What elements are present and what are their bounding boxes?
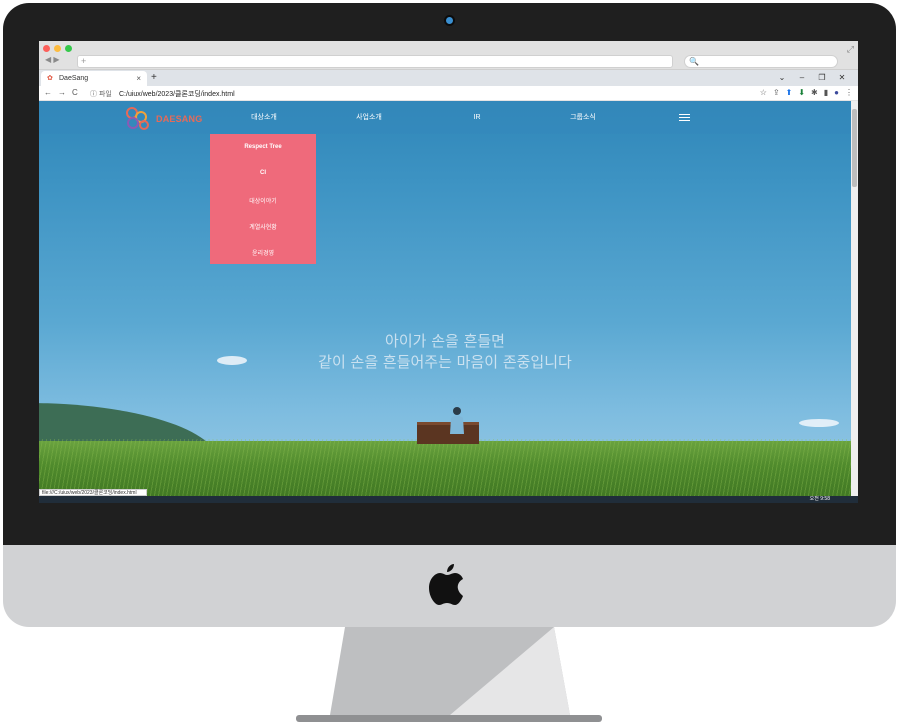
imac-stand [296, 627, 602, 722]
mac-new-tab-icon[interactable]: + [81, 56, 86, 66]
about-dropdown: Respect Tree CI 대상이야기 계열사현황 윤리경영 [210, 134, 316, 264]
tab-daesang[interactable]: ✿ DaeSang × [41, 71, 147, 86]
bookmark-star-icon[interactable]: ☆ [760, 88, 767, 97]
zoom-dot-icon[interactable] [65, 45, 72, 52]
taskbar-clock: 오전 9:58 [809, 496, 830, 502]
cloud [799, 419, 839, 427]
taskbar: 오전 9:58 [39, 496, 858, 503]
mac-url-field[interactable]: + [77, 55, 673, 68]
screen: ◀ ▶ + 🔍 ⤢ ✿ DaeSang × + ⌄ – ❐ ✕ ← → C ⓘ 파일 C:… [39, 41, 858, 503]
hero-line-2: 같이 손을 흔들어주는 마음이 존중입니다 [318, 353, 572, 371]
back-button[interactable]: ← [44, 88, 52, 97]
person-at-piano [450, 407, 464, 434]
download-icon[interactable]: ⬇ [798, 88, 805, 97]
toolbar-icons: ☆ ⇪ ⬆ ⬇ ✱ ▮ ● ⋮ [754, 88, 853, 97]
imac-frame: ◀ ▶ + 🔍 ⤢ ✿ DaeSang × + ⌄ – ❐ ✕ ← → C ⓘ 파일 C:… [0, 0, 899, 726]
profile-avatar-icon[interactable]: ● [834, 88, 839, 97]
tab-title: DaeSang [59, 75, 89, 82]
site-header: DAESANG 대상소개 사업소개 IR 그룹소식 [39, 101, 851, 134]
nav-item-business[interactable]: 사업소개 [349, 101, 389, 134]
dropdown-item-respect-tree[interactable]: Respect Tree [210, 144, 316, 150]
extension-upload-icon[interactable]: ⬆ [786, 88, 793, 97]
site-info-button[interactable]: ⓘ 파일 [90, 89, 112, 99]
daesang-logo[interactable]: DAESANG [123, 105, 203, 131]
mac-window-bar: ◀ ▶ + 🔍 ⤢ [39, 41, 858, 70]
dropdown-item-ci[interactable]: CI [210, 170, 316, 176]
close-button[interactable]: ✕ [832, 73, 852, 82]
extensions-puzzle-icon[interactable]: ✱ [811, 88, 818, 97]
apple-logo-icon [429, 564, 463, 605]
minimize-button[interactable]: – [792, 73, 812, 82]
restore-button[interactable]: ❐ [812, 73, 832, 82]
hero-line-1: 아이가 손을 흔들면 [385, 332, 505, 350]
share-icon[interactable]: ⇪ [773, 88, 780, 97]
new-tab-button[interactable]: + [151, 72, 157, 83]
dropdown-item-story[interactable]: 대상이야기 [210, 196, 316, 205]
nav-item-about[interactable]: 대상소개 [244, 101, 284, 134]
nav-item-ir[interactable]: IR [467, 101, 487, 134]
scroll-thumb[interactable] [852, 109, 857, 187]
reload-button[interactable]: C [72, 88, 78, 97]
page-viewport: DAESANG 대상소개 사업소개 IR 그룹소식 Respect Tree C… [39, 101, 851, 503]
minimize-dot-icon[interactable] [54, 45, 61, 52]
tab-search-icon[interactable]: ⌄ [772, 73, 792, 82]
webcam [446, 17, 453, 24]
close-dot-icon[interactable] [43, 45, 50, 52]
dropdown-item-affiliates[interactable]: 계열사현황 [210, 222, 316, 231]
url-input[interactable]: C:/uiux/web/2023/클론코딩/index.html [119, 89, 235, 99]
forward-button[interactable]: → [58, 88, 66, 97]
logo-mark-icon [126, 107, 149, 130]
hamburger-menu-icon[interactable] [679, 114, 690, 122]
fullscreen-icon[interactable]: ⤢ [847, 44, 854, 55]
favicon-icon: ✿ [47, 75, 53, 82]
hero-copy: 아이가 손을 흔들면 같이 손을 흔들어주는 마음이 존중입니다 [39, 331, 851, 373]
side-panel-icon[interactable]: ▮ [824, 88, 828, 97]
mac-search-field[interactable]: 🔍 [684, 55, 838, 68]
vertical-scrollbar[interactable] [851, 101, 858, 503]
logo-text: DAESANG [156, 114, 203, 124]
window-controls: ⌄ – ❐ ✕ [772, 73, 852, 82]
tab-strip: ✿ DaeSang × + ⌄ – ❐ ✕ [39, 70, 858, 86]
more-menu-icon[interactable]: ⋮ [845, 88, 853, 97]
nav-item-news[interactable]: 그룹소식 [563, 101, 603, 134]
nav-buttons: ← → C [44, 88, 84, 97]
address-bar: ← → C ⓘ 파일 C:/uiux/web/2023/클론코딩/index.htm… [39, 86, 858, 101]
dropdown-item-ethics[interactable]: 윤리경영 [210, 248, 316, 257]
search-icon: 🔍 [689, 57, 699, 66]
mac-nav-arrows[interactable]: ◀ ▶ [45, 55, 60, 64]
tab-close-icon[interactable]: × [136, 74, 141, 83]
status-url-tooltip: file:///C:/uiux/web/2023/클론코딩/index.html [39, 489, 147, 496]
grass-texture [39, 439, 851, 503]
